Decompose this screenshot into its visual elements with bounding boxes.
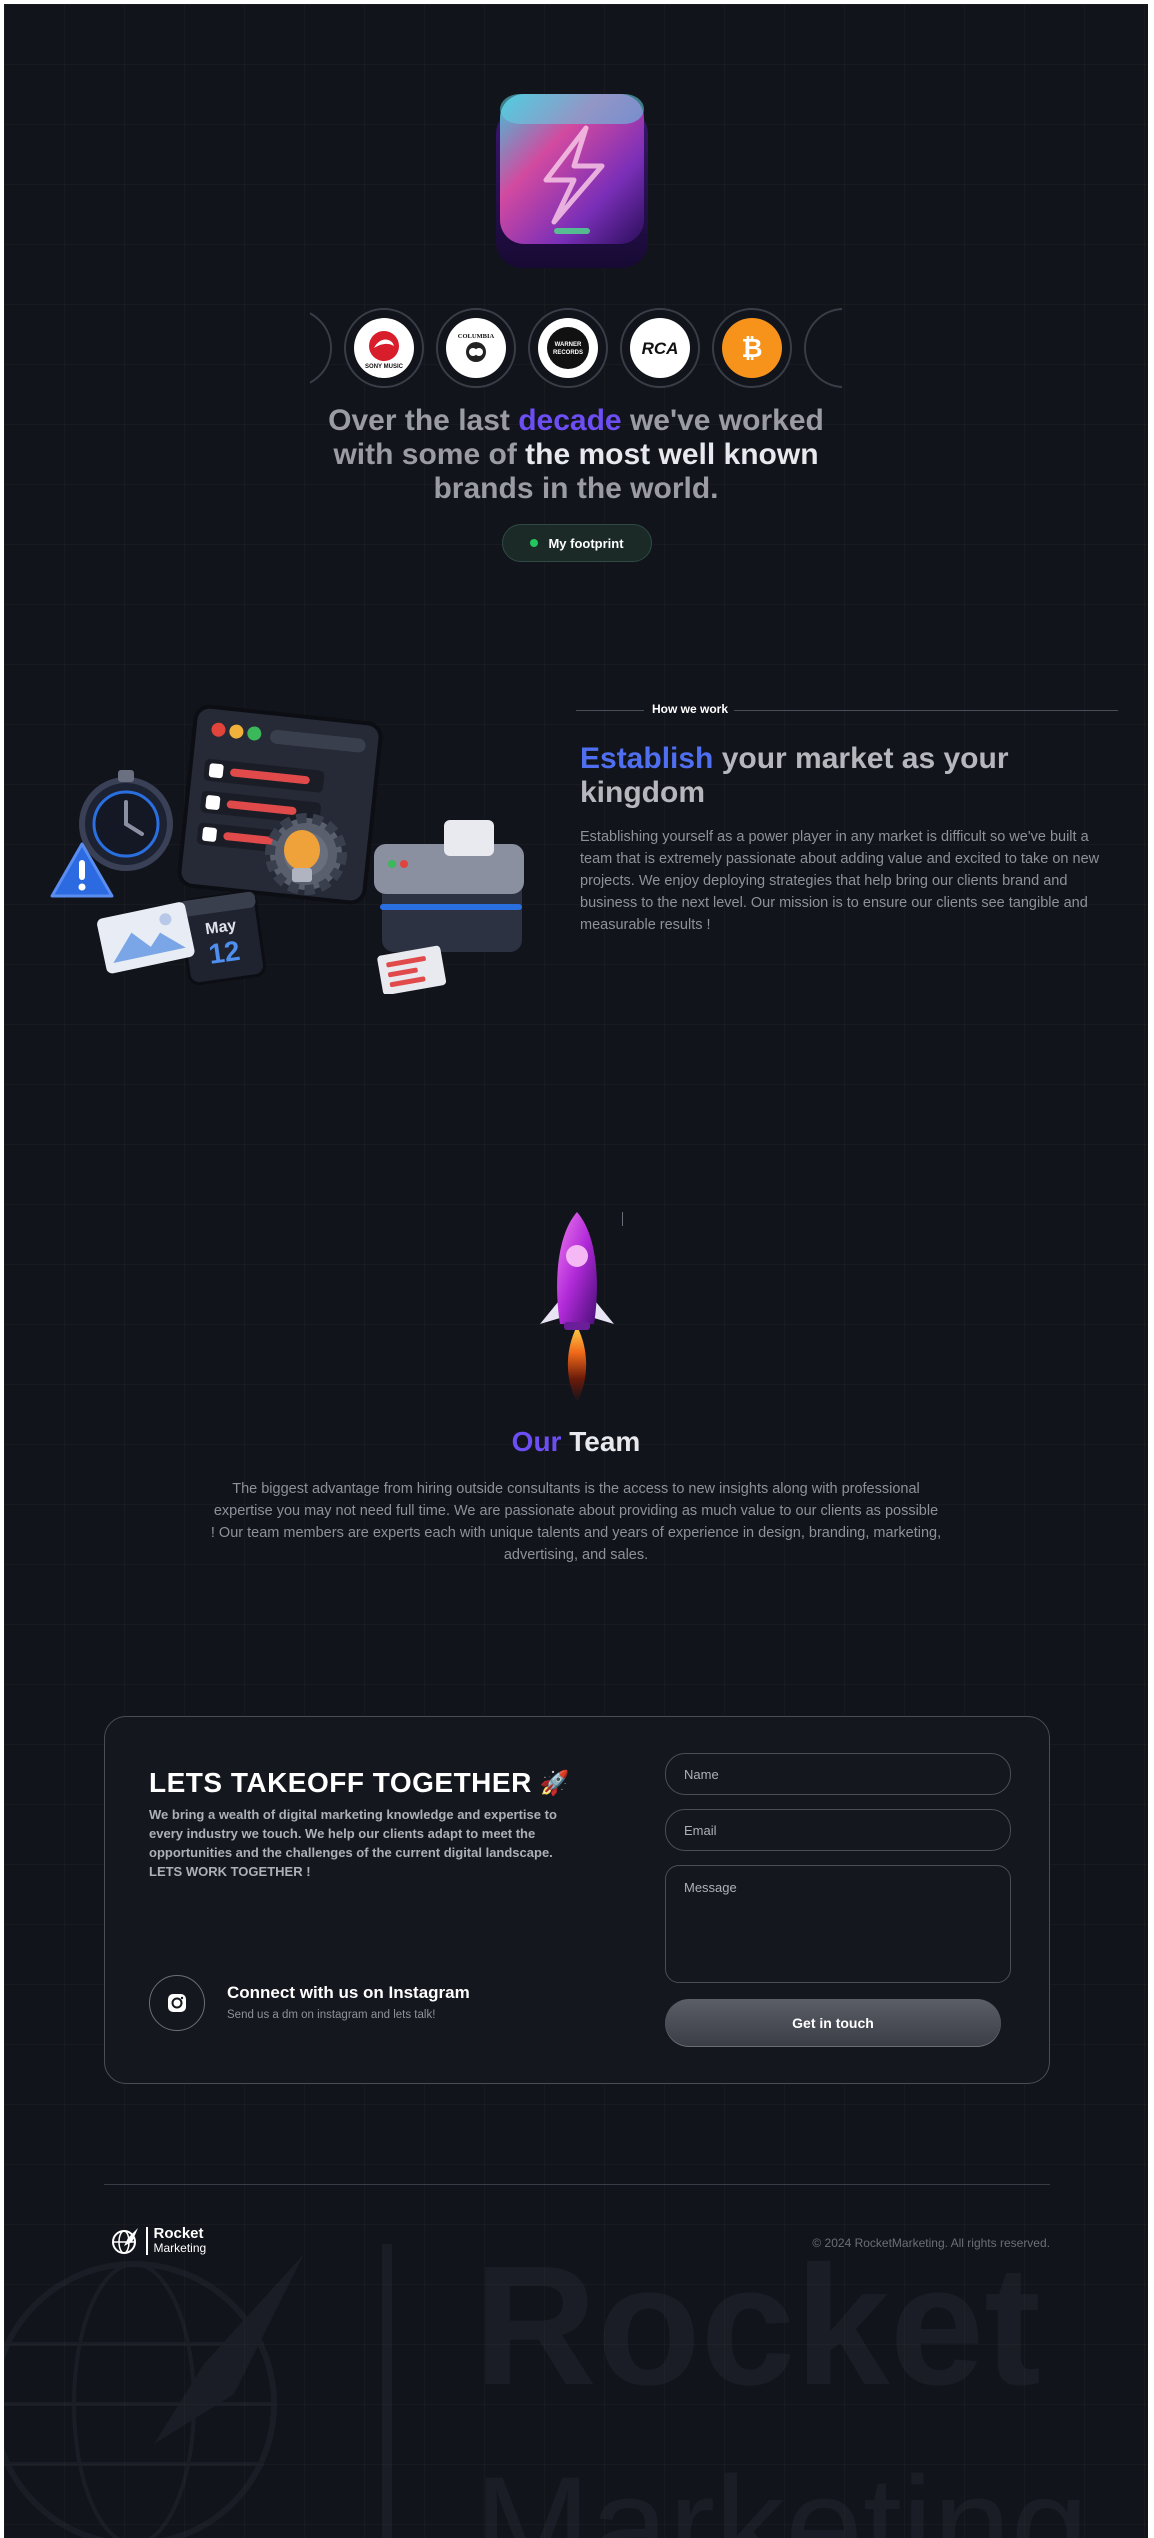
footer-divider xyxy=(104,2184,1050,2185)
bitcoin-logo: ₿ xyxy=(712,308,792,388)
instagram-subtitle: Send us a dm on instagram and lets talk! xyxy=(227,2009,436,2021)
brand-logo-partial xyxy=(804,308,842,388)
message-input[interactable] xyxy=(665,1865,1011,1983)
svg-text:COLUMBIA: COLUMBIA xyxy=(458,333,495,340)
get-in-touch-button[interactable]: Get in touch xyxy=(665,1999,1001,2047)
brand-name: Rocket Marketing xyxy=(153,2225,207,2255)
svg-text:12: 12 xyxy=(207,935,242,970)
section-label: How we work xyxy=(652,702,729,716)
instagram-button[interactable] xyxy=(149,1975,205,2031)
svg-text:₿: ₿ xyxy=(741,334,762,364)
decorative-tick xyxy=(622,1212,623,1226)
hero-heading-highlight: decade xyxy=(518,404,622,437)
title-highlight: Our xyxy=(511,1426,562,1457)
divider xyxy=(734,710,1118,711)
brand-logo-partial xyxy=(310,308,332,388)
lightning-key-illustration xyxy=(496,94,648,268)
divider xyxy=(576,710,644,711)
footer-watermark: Rocket Marketing xyxy=(4,2244,1089,2538)
how-we-work-body: Establishing yourself as a power player … xyxy=(580,829,1100,933)
team-body: The biggest advantage from hiring outsid… xyxy=(210,1481,942,1563)
rocket-emoji-icon: 🚀 xyxy=(539,1769,571,1797)
svg-text:RECORDS: RECORDS xyxy=(553,350,583,356)
svg-text:RCA: RCA xyxy=(642,339,679,358)
warner-records-logo: WARNER RECORDS xyxy=(528,308,608,388)
rca-logo: RCA xyxy=(620,308,700,388)
footer-logo[interactable]: Rocket Marketing xyxy=(110,2226,206,2256)
title-highlight: Establish xyxy=(580,742,714,775)
sony-music-logo: SONY MUSIC xyxy=(344,308,424,388)
svg-text:WARNER: WARNER xyxy=(555,342,582,348)
svg-text:Marketing: Marketing xyxy=(474,2447,1089,2538)
my-footprint-button[interactable]: My footprint xyxy=(502,524,652,562)
team-title: Our Team xyxy=(511,1426,641,1457)
instagram-title: Connect with us on Instagram xyxy=(227,1983,470,2002)
contact-body: We bring a wealth of digital marketing k… xyxy=(149,1807,557,1879)
instagram-icon xyxy=(168,1994,186,2012)
contact-title: LETS TAKEOFF TOGETHER 🚀 xyxy=(149,1767,571,1798)
hero-heading: Over the last decade we've worked with s… xyxy=(328,404,824,505)
copyright-text: © 2024 RocketMarketing. All rights reser… xyxy=(812,2236,1050,2250)
logo-separator xyxy=(146,2227,148,2255)
how-we-work-title: Establish your market as your kingdom xyxy=(580,742,1009,809)
columbia-logo: COLUMBIA xyxy=(436,308,516,388)
brand-logos-carousel[interactable]: SONY MUSIC COLUMBIA WARNER RECORDS RCA ₿ xyxy=(310,306,842,390)
page: SONY MUSIC COLUMBIA WARNER RECORDS RCA ₿… xyxy=(4,4,1148,2538)
rocket-illustration xyxy=(540,1212,614,1402)
contact-card: LETS TAKEOFF TOGETHER 🚀 We bring a wealt… xyxy=(104,1716,1050,2084)
email-input[interactable] xyxy=(665,1809,1011,1851)
svg-text:Rocket: Rocket xyxy=(474,2244,1041,2421)
workflow-illustration: May 12 xyxy=(50,704,524,994)
svg-text:SONY MUSIC: SONY MUSIC xyxy=(365,364,404,370)
status-dot-icon xyxy=(530,539,539,547)
name-input[interactable] xyxy=(665,1753,1011,1795)
rocket-globe-logo-icon xyxy=(112,2228,138,2254)
